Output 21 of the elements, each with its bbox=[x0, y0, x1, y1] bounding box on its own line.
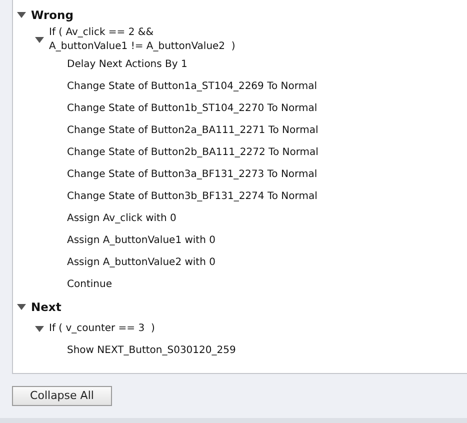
action-label: Change State of Button1b_ST104_2270 To Normal bbox=[67, 102, 318, 116]
action-label: Assign Av_click with 0 bbox=[67, 212, 176, 226]
section-label: Wrong bbox=[31, 8, 74, 22]
action-label: Assign A_buttonValue1 with 0 bbox=[67, 234, 216, 248]
action-label: Change State of Button2b_BA111_2272 To Normal bbox=[67, 146, 318, 160]
condition-label: If ( v_counter == 3 ) bbox=[49, 322, 155, 336]
expanded-triangle-icon[interactable] bbox=[35, 326, 44, 332]
action-label: Continue bbox=[67, 278, 112, 292]
action-label: Assign A_buttonValue2 with 0 bbox=[67, 256, 216, 270]
section-label: Next bbox=[31, 300, 62, 314]
action-label: Change State of Button3b_BF131_2274 To Normal bbox=[67, 190, 318, 204]
action-label: Delay Next Actions By 1 bbox=[67, 58, 188, 72]
collapse-all-button[interactable]: Collapse All bbox=[12, 386, 112, 406]
condition-label: If ( Av_click == 2 && A_buttonValue1 != A_buttonValue2 ) bbox=[49, 26, 236, 54]
action-label: Show NEXT_Button_S030120_259 bbox=[67, 344, 236, 358]
action-label: Change State of Button1a_ST104_2269 To Normal bbox=[67, 80, 317, 94]
action-label: Change State of Button2a_BA111_2271 To Normal bbox=[67, 124, 318, 138]
expanded-triangle-icon[interactable] bbox=[35, 37, 44, 43]
action-label: Change State of Button3a_BF131_2273 To Normal bbox=[67, 168, 318, 182]
expanded-triangle-icon[interactable] bbox=[17, 12, 26, 18]
expanded-triangle-icon[interactable] bbox=[17, 304, 26, 310]
